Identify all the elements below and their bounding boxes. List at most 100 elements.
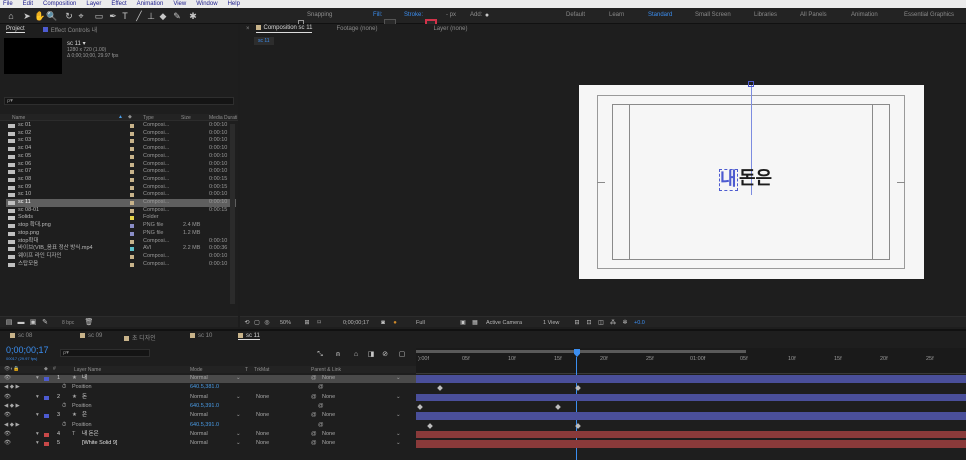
col-mode[interactable]: Mode: [190, 367, 203, 373]
work-area-bar[interactable]: [416, 350, 746, 353]
frame-blend-icon[interactable]: ⌂: [351, 350, 361, 360]
project-item[interactable]: stop 확대.png PNG file 2.4 MB: [6, 222, 236, 230]
label-swatch[interactable]: [130, 239, 134, 244]
keyframe-icon[interactable]: [555, 404, 561, 410]
menu-effect[interactable]: Effect: [111, 0, 126, 8]
keyframe-nav-icon[interactable]: ◀ ◆ ▶: [4, 384, 20, 392]
project-item[interactable]: sc 07 Composi... 0:00:10: [6, 168, 236, 176]
layer-name[interactable]: 내: [82, 375, 87, 383]
roi-icon[interactable]: ▣: [458, 318, 468, 328]
project-scrollbar[interactable]: [230, 124, 235, 304]
visibility-icon[interactable]: 👁: [4, 412, 11, 420]
graph-editor-icon[interactable]: ⊘: [380, 350, 390, 360]
project-item[interactable]: sc 03 Composi... 0:00:10: [6, 137, 236, 145]
snapshot-icon[interactable]: ◙: [378, 318, 388, 328]
flowchart-icon[interactable]: ⁂: [608, 318, 618, 328]
expand-arrow-icon[interactable]: ▾: [36, 394, 39, 402]
mode-dropdown-icon[interactable]: ⌄: [236, 412, 241, 420]
path-handle[interactable]: [748, 81, 754, 87]
trkmat-select[interactable]: None: [256, 412, 269, 420]
stopwatch-icon[interactable]: ⏱: [62, 384, 66, 392]
timeline-tab[interactable]: 초 디자인: [124, 333, 156, 342]
property-track[interactable]: [416, 403, 966, 411]
project-item[interactable]: sc 08-01 Composi... 0:00:15: [6, 207, 236, 215]
transparency-icon[interactable]: ▦: [470, 318, 480, 328]
layer-track[interactable]: [416, 440, 966, 448]
parent-select[interactable]: None: [322, 394, 335, 402]
parent-dropdown-icon[interactable]: ⌄: [396, 431, 401, 439]
position-value[interactable]: 640.5,391.0: [190, 403, 219, 411]
pickwhip-icon[interactable]: @: [311, 412, 317, 420]
property-row[interactable]: ◀ ◆ ▶ ⏱ Position 640.5,391.0 @: [0, 403, 416, 411]
pen-settings-icon[interactable]: ✎: [40, 318, 50, 328]
clone-tool-icon[interactable]: ⊥: [146, 11, 156, 21]
layer-row[interactable]: 👁 ▾ 5 [White Solid 9] Normal ⌄ None @ None ⌄: [0, 440, 416, 448]
parent-dropdown-icon[interactable]: ⌄: [396, 412, 401, 420]
project-item[interactable]: sc 10 Composi... 0:00:10: [6, 191, 236, 199]
pickwhip-icon[interactable]: @: [311, 394, 317, 402]
col-name[interactable]: Name: [12, 115, 25, 121]
rotate-tool-icon[interactable]: ↻: [64, 11, 74, 21]
menu-edit[interactable]: Edit: [23, 0, 33, 8]
layer-label-swatch[interactable]: [44, 432, 49, 437]
project-item[interactable]: stop.png PNG file 1.2 MB: [6, 230, 236, 238]
close-tab-icon[interactable]: ×: [246, 26, 250, 32]
col-layer-name[interactable]: Layer Name: [74, 367, 101, 373]
camera-select[interactable]: Active Camera: [486, 320, 522, 326]
project-search-input[interactable]: ρ▾: [4, 97, 234, 105]
tab-effect-controls[interactable]: Effect Controls 내: [42, 25, 97, 34]
sort-arrow-icon[interactable]: ▲: [118, 114, 123, 120]
tab-layer[interactable]: Layer (none): [433, 26, 467, 32]
col-trkmat[interactable]: TrkMat: [254, 367, 269, 373]
label-swatch[interactable]: [130, 124, 134, 128]
mode-dropdown-icon[interactable]: ⌄: [236, 394, 241, 402]
property-row[interactable]: ◀ ◆ ▶ ⏱ Position 640.5,381.0 @: [0, 384, 416, 392]
label-swatch[interactable]: [130, 177, 134, 182]
keyframe-icon[interactable]: [575, 422, 581, 429]
visibility-icon[interactable]: 👁: [4, 440, 11, 448]
label-swatch[interactable]: [130, 201, 134, 205]
mode-dropdown-icon[interactable]: ⌄: [236, 440, 241, 448]
project-item[interactable]: sc 02 Composi... 0:00:10: [6, 130, 236, 138]
keyframe-nav-icon[interactable]: ◀ ◆ ▶: [4, 422, 20, 430]
project-item[interactable]: Solids Folder: [6, 214, 236, 222]
timeline-timecode[interactable]: 0;00;00;17: [6, 345, 49, 355]
parent-dropdown-icon[interactable]: ⌄: [396, 394, 401, 402]
keyframe-nav-icon[interactable]: ◀ ◆ ▶: [4, 403, 20, 411]
keyframe-icon[interactable]: [417, 404, 423, 410]
parent-dropdown-icon[interactable]: ⌄: [396, 440, 401, 448]
timeline-tab[interactable]: sc 09: [80, 333, 102, 339]
workspace-default[interactable]: Default: [566, 12, 585, 18]
col-duration[interactable]: Media Durati: [209, 115, 237, 121]
current-time[interactable]: 0;00;00;17: [343, 320, 369, 326]
puppet-tool-icon[interactable]: ✱: [188, 11, 198, 21]
trash-icon[interactable]: 🗑: [84, 318, 94, 328]
label-swatch[interactable]: [130, 139, 134, 144]
layer-row[interactable]: 👁 ▾ 2 ★ 돈 Normal ⌄ None @ None ⌄: [0, 394, 416, 402]
camera-icon[interactable]: ⌑: [314, 318, 324, 328]
view-select[interactable]: 1 View: [543, 320, 559, 326]
timeline-icon[interactable]: ◫: [596, 318, 606, 328]
tab-project[interactable]: Project: [6, 26, 25, 33]
layer-name[interactable]: 은: [82, 412, 87, 420]
project-item[interactable]: 바이브(VIB_음표 정산 방식.mp4 AVI 2.2 MB 0:00:36: [6, 245, 236, 253]
workspace-standard[interactable]: Standard: [648, 12, 672, 18]
label-swatch[interactable]: [130, 247, 134, 252]
project-item[interactable]: sc 05 Composi... 0:00:10: [6, 153, 236, 161]
parent-select[interactable]: None: [322, 431, 335, 439]
parent-select[interactable]: None: [322, 440, 335, 448]
mode-dropdown-icon[interactable]: ⌄: [236, 431, 241, 439]
label-swatch[interactable]: [130, 216, 134, 221]
visibility-icon[interactable]: 👁: [4, 394, 11, 402]
mode-select[interactable]: Normal: [190, 431, 208, 439]
label-swatch[interactable]: [130, 162, 134, 167]
pickwhip-icon[interactable]: @: [318, 384, 324, 392]
layer-duration-bar[interactable]: [416, 412, 966, 420]
resolution-select[interactable]: Full: [416, 320, 425, 326]
tab-composition[interactable]: Composition sc 11: [255, 25, 313, 33]
project-item[interactable]: sc 01 Composi... 0:00:10: [6, 122, 236, 130]
project-item[interactable]: sc 11 Composi... 0:00:10: [6, 199, 236, 207]
label-swatch[interactable]: [130, 224, 134, 229]
label-swatch[interactable]: [130, 231, 134, 236]
parent-dropdown-icon[interactable]: ⌄: [396, 375, 401, 383]
